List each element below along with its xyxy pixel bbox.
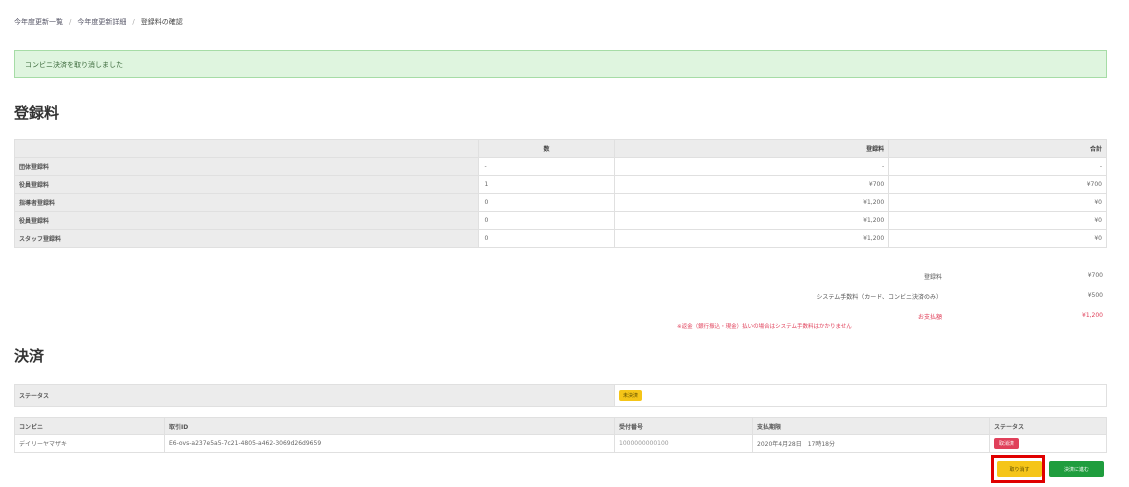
row-total: ¥0 — [888, 229, 1107, 248]
fee-table-header: 数 登録料 合計 — [14, 139, 1107, 158]
fee-table: 数 登録料 合計 団体登録料 - - - 役員登録料 1 ¥700 ¥700 指… — [14, 139, 1107, 248]
fee-note: ※返金（銀行振込・現金）払いの場合はシステム手数料はかかりません — [677, 324, 852, 330]
table-row: 役員登録料 1 ¥700 ¥700 — [14, 175, 1107, 194]
status-label: ステータス — [14, 384, 615, 407]
fee-header-blank — [14, 139, 479, 158]
breadcrumb-item-update-detail[interactable]: 今年度更新詳細 — [77, 18, 126, 26]
row-count: 0 — [477, 229, 616, 248]
row-unit: ¥1,200 — [614, 211, 890, 230]
payment-section-title: 決済 — [14, 347, 45, 365]
conv-transaction-id: E6-ovs-a237e5a5-7c21-4805-a462-3069d26d9… — [164, 434, 615, 453]
table-row: スタッフ登録料 0 ¥1,200 ¥0 — [14, 229, 1107, 248]
conv-deadline: 2020年4月28日 17時18分 — [752, 434, 990, 453]
fee-header-count: 数 — [477, 139, 616, 158]
payment-status-table: ステータス 未決済 — [14, 384, 1107, 407]
summary-row-fee: 登録料 ¥700 — [600, 272, 1107, 286]
convenience-store-table: コンビニ 取引ID 受付番号 支払期限 ステータス デイリーヤマザキ E6-ov… — [14, 417, 1107, 453]
row-count: 0 — [477, 193, 616, 212]
conv-header-store: コンビニ — [14, 417, 165, 435]
row-unit: ¥1,200 — [614, 193, 890, 212]
breadcrumb-item-update-list[interactable]: 今年度更新一覧 — [14, 18, 63, 26]
proceed-payment-button[interactable]: 決済に進む — [1049, 461, 1104, 477]
conv-header-deadline: 支払期限 — [752, 417, 990, 435]
status-value: 未決済 — [614, 384, 1107, 407]
summary-due-label: お支払額 — [917, 314, 942, 321]
summary-system-label: システム手数料（カード、コンビニ決済のみ） — [816, 294, 942, 301]
table-row: ステータス 未決済 — [14, 384, 1107, 407]
row-count: - — [477, 157, 616, 176]
conv-header-status: ステータス — [989, 417, 1107, 435]
row-count: 0 — [477, 211, 616, 230]
row-total: ¥700 — [888, 175, 1107, 194]
fee-section-title: 登録料 — [14, 104, 60, 122]
conv-header-transaction-id: 取引ID — [164, 417, 615, 435]
summary-fee-label: 登録料 — [923, 274, 942, 281]
conv-header-receipt-no: 受付番号 — [614, 417, 753, 435]
row-label: スタッフ登録料 — [14, 229, 479, 248]
breadcrumb-separator: / — [132, 18, 135, 26]
row-unit: - — [614, 157, 890, 176]
row-label: 指導者登録料 — [14, 193, 479, 212]
row-total: - — [888, 157, 1107, 176]
conv-receipt-no: 1000000000100 — [614, 434, 753, 453]
table-row: デイリーヤマザキ E6-ovs-a237e5a5-7c21-4805-a462-… — [14, 434, 1107, 453]
row-label: 団体登録料 — [14, 157, 479, 176]
row-label: 役員登録料 — [14, 175, 479, 194]
conv-status: 取消済 — [989, 434, 1107, 453]
table-row: 団体登録料 - - - — [14, 157, 1107, 176]
summary-system-value: ¥500 — [1087, 292, 1103, 299]
breadcrumb-item-current: 登録料の確認 — [140, 18, 183, 26]
row-label: 役員登録料 — [14, 211, 479, 230]
table-row: 役員登録料 0 ¥1,200 ¥0 — [14, 211, 1107, 230]
breadcrumb: 今年度更新一覧 / 今年度更新詳細 / 登録料の確認 — [14, 17, 183, 27]
summary-fee-value: ¥700 — [1087, 272, 1103, 279]
summary-due-value: ¥1,200 — [1082, 312, 1103, 319]
row-count: 1 — [477, 175, 616, 194]
conv-table-header: コンビニ 取引ID 受付番号 支払期限 ステータス — [14, 417, 1107, 435]
success-alert: コンビニ決済を取り消しました — [14, 50, 1107, 78]
conv-status-badge: 取消済 — [994, 438, 1020, 449]
fee-header-total: 合計 — [888, 139, 1107, 158]
status-badge: 未決済 — [619, 390, 643, 401]
summary-row-system: システム手数料（カード、コンビニ決済のみ） ¥500 — [600, 292, 1107, 306]
breadcrumb-separator: / — [69, 18, 72, 26]
row-unit: ¥1,200 — [614, 229, 890, 248]
table-row: 指導者登録料 0 ¥1,200 ¥0 — [14, 193, 1107, 212]
conv-store: デイリーヤマザキ — [14, 434, 165, 453]
cancel-payment-button[interactable]: 取り消す — [997, 461, 1042, 477]
row-unit: ¥700 — [614, 175, 890, 194]
fee-header-unit: 登録料 — [614, 139, 890, 158]
row-total: ¥0 — [888, 211, 1107, 230]
row-total: ¥0 — [888, 193, 1107, 212]
